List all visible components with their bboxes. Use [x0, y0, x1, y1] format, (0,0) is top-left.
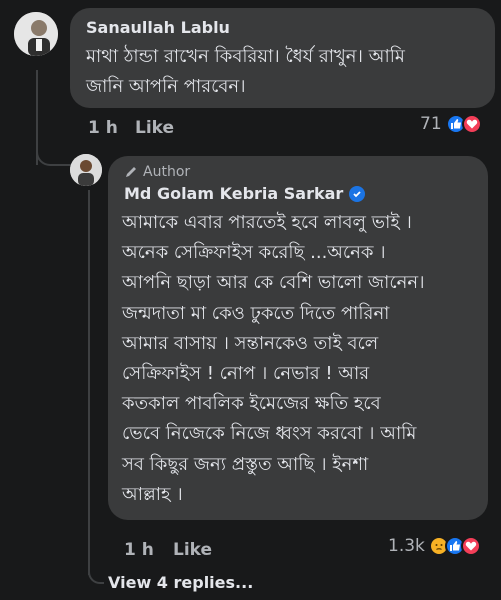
person-avatar-icon: [70, 154, 102, 186]
reply-time[interactable]: 1 h: [124, 540, 154, 560]
comment-author[interactable]: Sanaullah Lablu: [86, 18, 230, 37]
avatar[interactable]: [14, 12, 58, 56]
love-icon: [460, 536, 481, 556]
author-badge-label: Author: [143, 164, 191, 180]
reply-author[interactable]: Md Golam Kebria Sarkar: [124, 184, 343, 203]
view-replies-link[interactable]: View 4 replies...: [108, 573, 253, 592]
love-icon: [461, 114, 482, 134]
comment-reactions[interactable]: 71: [420, 114, 482, 134]
reply-avatar[interactable]: [70, 154, 102, 186]
reply-reactions[interactable]: 1.3k: [388, 536, 481, 556]
person-avatar-icon: [14, 12, 58, 56]
comment-time[interactable]: 1 h: [88, 118, 118, 138]
comment-like-button[interactable]: Like: [135, 118, 174, 138]
thread-connector: [36, 148, 72, 166]
reply-like-button[interactable]: Like: [173, 540, 212, 560]
verified-badge-icon: [349, 185, 366, 202]
reply-text: আমাকে এবার পারতেই হবে লাবলু ভাই । অনেক স…: [122, 212, 425, 505]
pencil-icon: [126, 167, 136, 177]
reply-thread-line: [88, 190, 90, 575]
reply-author-row: Md Golam Kebria Sarkar: [124, 184, 366, 203]
reply-bubble: Author Md Golam Kebria Sarkar আমাকে এবার…: [108, 156, 488, 520]
reaction-count: 71: [420, 114, 442, 134]
comment-bubble: Sanaullah Lablu মাথা ঠান্ডা রাখেন কিবরিয…: [70, 8, 495, 108]
comment-text: মাথা ঠান্ডা রাখেন কিবরিয়া। ধৈর্য রাখুন।…: [86, 46, 405, 97]
reaction-count: 1.3k: [388, 536, 425, 556]
view-replies-connector: [88, 560, 104, 584]
author-badge: Author: [124, 164, 190, 180]
